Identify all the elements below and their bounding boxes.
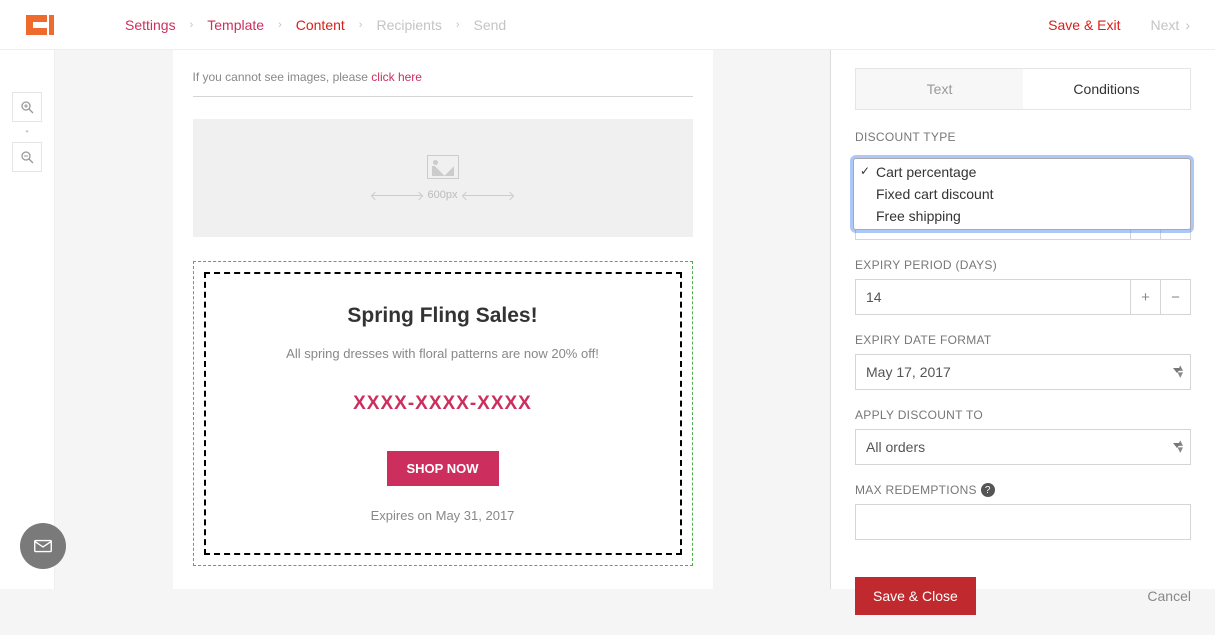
label-expiry-format: EXPIRY DATE FORMAT bbox=[855, 333, 1191, 347]
expiry-format-select[interactable]: May 17, 2017 bbox=[855, 354, 1191, 390]
app-logo bbox=[25, 14, 55, 36]
breadcrumb: Settings › Template › Content › Recipien… bbox=[125, 17, 1048, 33]
save-close-button[interactable]: Save & Close bbox=[855, 577, 976, 615]
floating-mail-button[interactable] bbox=[20, 523, 66, 569]
conditions-form: DISCOUNT TYPE Cart percentage Fixed cart… bbox=[831, 110, 1215, 558]
step-send: Send bbox=[474, 17, 507, 33]
email-body: If you cannot see images, please click h… bbox=[173, 50, 713, 589]
option-cart-percentage[interactable]: Cart percentage bbox=[854, 161, 1190, 183]
promo-subtitle: All spring dresses with floral patterns … bbox=[226, 346, 660, 361]
shop-now-button[interactable]: SHOP NOW bbox=[387, 451, 499, 486]
right-sidebar: Text Conditions DISCOUNT TYPE Cart perce… bbox=[830, 50, 1215, 589]
next-button: Next › bbox=[1151, 17, 1190, 33]
option-free-shipping[interactable]: Free shipping bbox=[854, 205, 1190, 227]
mail-icon bbox=[32, 535, 54, 557]
coupon-code: XXXX-XXXX-XXXX bbox=[236, 379, 650, 429]
chevron-right-icon: › bbox=[359, 19, 363, 31]
cant-see-images-text: If you cannot see images, please click h… bbox=[193, 70, 693, 97]
label-expiry-period: EXPIRY PERIOD (DAYS) bbox=[855, 258, 1191, 272]
label-discount-type: DISCOUNT TYPE bbox=[855, 130, 1191, 144]
image-placeholder-block[interactable]: 600px bbox=[193, 119, 693, 237]
expires-text: Expires on May 31, 2017 bbox=[226, 508, 660, 523]
sidebar-footer: Save & Close Cancel bbox=[831, 558, 1215, 635]
option-fixed-cart-discount[interactable]: Fixed cart discount bbox=[854, 183, 1190, 205]
top-actions: Save & Exit Next › bbox=[1048, 17, 1190, 33]
step-template[interactable]: Template bbox=[207, 17, 264, 33]
click-here-link[interactable]: click here bbox=[371, 70, 422, 84]
expiry-decrement-button[interactable]: − bbox=[1161, 279, 1191, 315]
selected-block-outer[interactable]: Spring Fling Sales! All spring dresses w… bbox=[193, 261, 693, 566]
image-icon bbox=[427, 155, 459, 179]
help-icon[interactable]: ? bbox=[981, 483, 995, 497]
top-bar: Settings › Template › Content › Recipien… bbox=[0, 0, 1215, 50]
zoom-in-button[interactable] bbox=[12, 92, 42, 122]
apply-discount-select[interactable]: All orders bbox=[855, 429, 1191, 465]
tab-text[interactable]: Text bbox=[856, 69, 1023, 109]
step-content[interactable]: Content bbox=[296, 17, 345, 33]
promo-block: Spring Fling Sales! All spring dresses w… bbox=[204, 272, 682, 555]
image-width-indicator: 600px bbox=[372, 189, 514, 201]
expiry-period-input[interactable] bbox=[855, 279, 1131, 315]
chevron-right-icon: › bbox=[1185, 17, 1190, 33]
email-canvas[interactable]: If you cannot see images, please click h… bbox=[55, 50, 830, 589]
next-label: Next bbox=[1151, 17, 1180, 33]
left-rail: ● bbox=[0, 50, 55, 589]
expiry-increment-button[interactable]: + bbox=[1131, 279, 1161, 315]
rail-divider: ● bbox=[12, 122, 42, 142]
chevron-right-icon: › bbox=[456, 19, 460, 31]
step-recipients: Recipients bbox=[376, 17, 441, 33]
sidebar-tabs: Text Conditions bbox=[855, 68, 1191, 110]
discount-type-dropdown[interactable]: Cart percentage Fixed cart discount Free… bbox=[853, 158, 1191, 230]
label-max-redemptions: MAX REDEMPTIONS ? bbox=[855, 483, 1191, 497]
max-redemptions-input[interactable] bbox=[855, 504, 1191, 540]
save-exit-link[interactable]: Save & Exit bbox=[1048, 17, 1120, 33]
zoom-out-button[interactable] bbox=[12, 142, 42, 172]
step-settings[interactable]: Settings bbox=[125, 17, 176, 33]
chevron-right-icon: › bbox=[278, 19, 282, 31]
cancel-button[interactable]: Cancel bbox=[1147, 588, 1191, 604]
promo-title: Spring Fling Sales! bbox=[226, 304, 660, 328]
tab-conditions[interactable]: Conditions bbox=[1023, 69, 1190, 109]
chevron-right-icon: › bbox=[190, 19, 194, 31]
label-apply-to: APPLY DISCOUNT TO bbox=[855, 408, 1191, 422]
